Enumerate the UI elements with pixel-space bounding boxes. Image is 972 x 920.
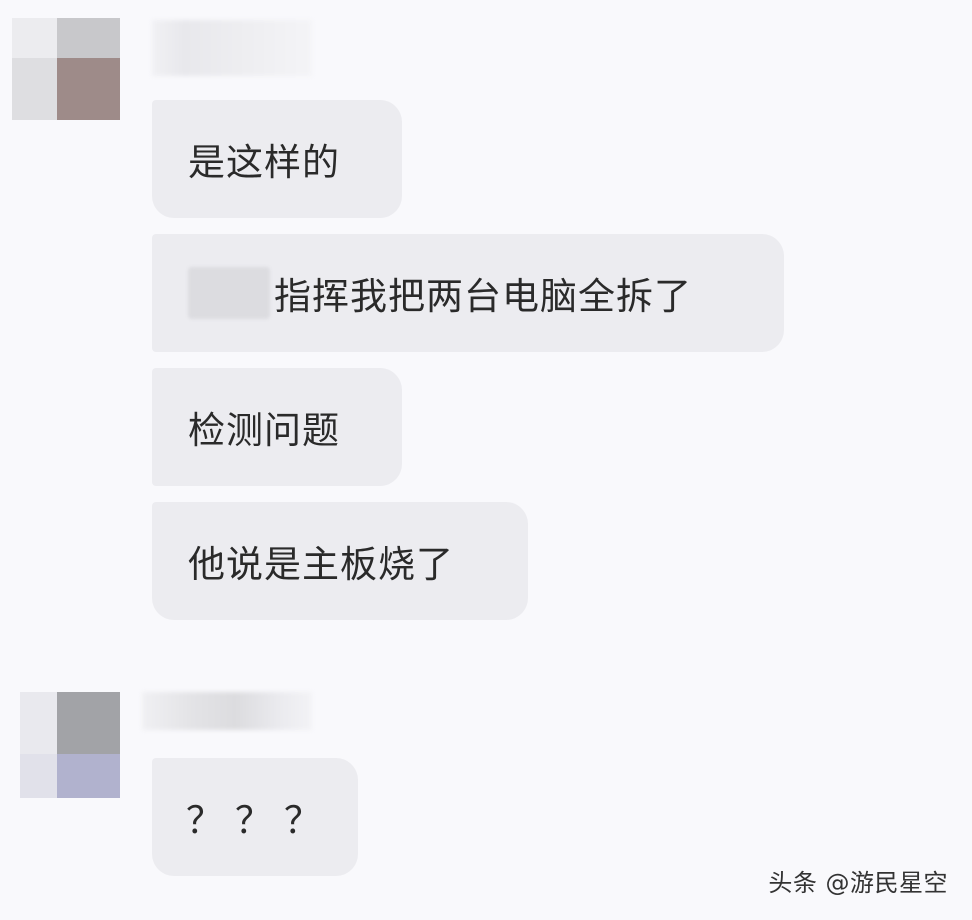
redacted-name [188,267,270,319]
message-text: 他说是主板烧了 [188,543,454,586]
message-text: 检测问题 [188,409,340,452]
message-bubble[interactable]: 检测问题 [152,368,402,486]
message-text: 指挥我把两台电脑全拆了 [274,275,692,318]
message-bubble[interactable]: 是这样的 [152,100,402,218]
watermark: 头条 @游民星空 [768,869,948,897]
message-text: 是这样的 [188,141,340,184]
sender-name-blurred [142,692,312,730]
message-bubble[interactable]: 指挥我把两台电脑全拆了 [152,234,784,352]
message-bubble[interactable]: ？？？ [152,758,358,876]
chat-screenshot: 是这样的 指挥我把两台电脑全拆了 检测问题 他说是主板烧了 ？？？ 头条 @游民… [0,0,972,920]
sender-name-blurred [152,20,312,76]
message-bubble[interactable]: 他说是主板烧了 [152,502,528,620]
avatar[interactable] [20,692,120,798]
message-text: ？？？ [186,799,333,842]
avatar[interactable] [12,18,120,120]
